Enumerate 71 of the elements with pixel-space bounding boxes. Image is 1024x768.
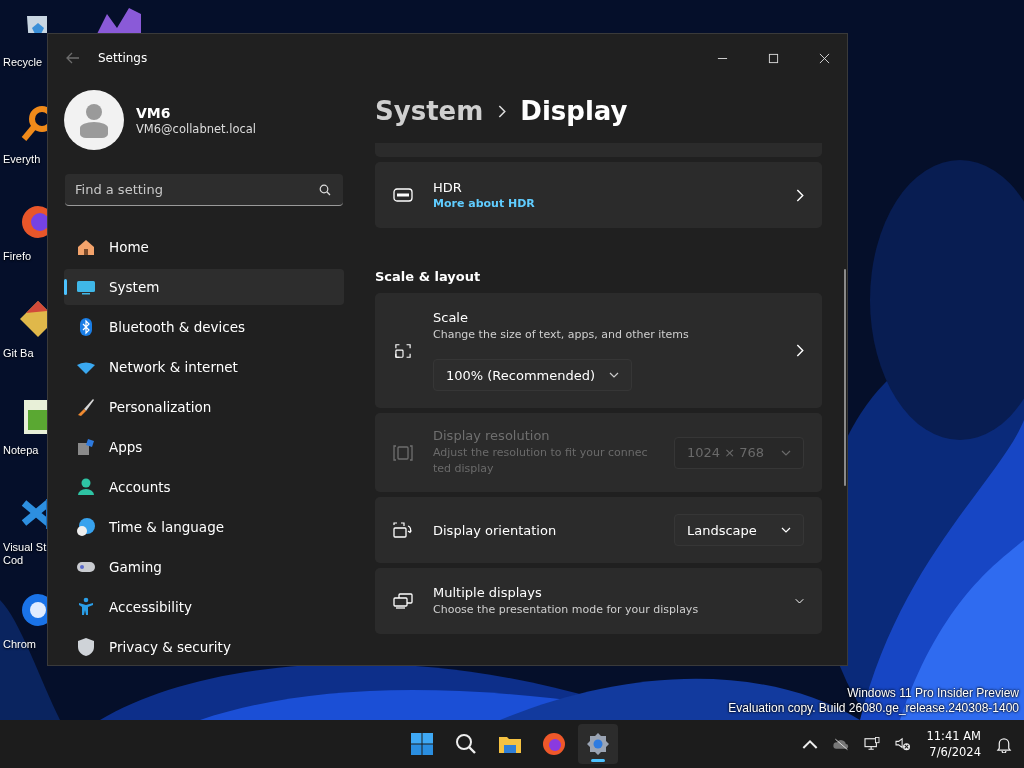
- clock[interactable]: 11:41 AM 7/6/2024: [926, 728, 981, 760]
- house-icon: [76, 237, 96, 257]
- card-title: Display resolution: [433, 428, 551, 443]
- avatar-icon[interactable]: [64, 90, 124, 150]
- card-title: Scale: [433, 310, 469, 325]
- nav-item[interactable]: Gaming: [64, 549, 344, 585]
- chevron-up-icon[interactable]: [802, 737, 819, 751]
- section-heading: Scale & layout: [375, 269, 482, 284]
- paintbrush-icon: [76, 397, 96, 417]
- card-title: Display orientation: [433, 522, 558, 538]
- card-title: Multiple displays: [433, 584, 543, 600]
- shield-icon: [76, 637, 96, 657]
- scale-icon: [393, 342, 413, 359]
- settings-icon[interactable]: [578, 724, 618, 764]
- user-name: VM6: [136, 104, 172, 121]
- maximize-icon[interactable]: [768, 52, 779, 64]
- search-icon[interactable]: [319, 184, 331, 196]
- scale-dropdown[interactable]: 100% (Recommended): [433, 359, 633, 391]
- nav-item[interactable]: Apps: [64, 429, 344, 465]
- orientation-dropdown[interactable]: Landscape: [674, 514, 804, 546]
- caret-icon: [609, 372, 620, 378]
- accessibility-icon: [76, 597, 96, 617]
- nav-item[interactable]: Time & language: [64, 509, 344, 545]
- nav-item[interactable]: Network & internet: [64, 349, 344, 385]
- icon-label[interactable]: Git Ba: [3, 347, 34, 360]
- nav-item[interactable]: System: [64, 269, 344, 305]
- git-icon[interactable]: [18, 299, 47, 339]
- resolution-icon: [393, 444, 413, 461]
- network-icon[interactable]: [864, 737, 881, 751]
- hdr-icon: [393, 187, 413, 203]
- hdr-link[interactable]: More about HDR: [433, 197, 535, 210]
- page-title: Display: [520, 96, 628, 126]
- nav-item[interactable]: Home: [64, 229, 344, 265]
- icon-label[interactable]: Notepa: [3, 444, 39, 457]
- icon-label[interactable]: Cod: [3, 554, 24, 567]
- multiple-displays-icon: [393, 593, 413, 609]
- notification-bell-icon[interactable]: [996, 735, 1012, 753]
- card-description: Choose the presentation mode for your displays: [433, 601, 700, 618]
- nav-item[interactable]: Accounts: [64, 469, 344, 505]
- nav-item[interactable]: Privacy & security: [64, 629, 344, 665]
- scroll-bar[interactable]: [844, 269, 846, 486]
- icon-label[interactable]: Visual St: [3, 541, 47, 554]
- user-email: VM6@collabnet.local: [136, 121, 257, 136]
- window-title: Settings: [98, 51, 148, 65]
- icon-label[interactable]: Everyth: [3, 153, 41, 166]
- icon-label[interactable]: Recycle: [3, 56, 43, 69]
- breadcrumb-parent[interactable]: System: [375, 96, 484, 126]
- settings-card[interactable]: HDR More about HDR: [375, 162, 822, 228]
- chevron-right-icon: [497, 104, 507, 118]
- cloud-off-icon[interactable]: [833, 737, 850, 751]
- nav-item[interactable]: Personalization: [64, 389, 344, 425]
- chevron-right-icon: [795, 344, 804, 357]
- apps-icon: [76, 437, 96, 457]
- search-field[interactable]: Find a setting: [65, 174, 343, 206]
- settings-card[interactable]: Multiple displays Choose the presentation mode for your displays: [375, 568, 822, 634]
- icon-label[interactable]: Chrom: [3, 638, 36, 651]
- nav-item[interactable]: Bluetooth & devices: [64, 309, 344, 345]
- close-icon[interactable]: [819, 52, 830, 64]
- card-title: HDR: [433, 180, 463, 195]
- caret-icon: [781, 527, 791, 533]
- caret-icon: [781, 449, 791, 456]
- back-arrow-icon[interactable]: [66, 52, 80, 64]
- icon-label[interactable]: Firefo: [3, 250, 32, 263]
- card-description: Change the size of text, apps, and other items: [433, 327, 690, 343]
- settings-card[interactable]: Display orientation Landscape: [375, 497, 822, 563]
- chevron-right-icon: [795, 188, 804, 202]
- nav-item[interactable]: Accessibility: [64, 589, 344, 625]
- volume-mute-icon[interactable]: [895, 737, 912, 751]
- person-icon: [76, 477, 96, 497]
- rotate-screen-icon: [393, 522, 413, 538]
- settings-card[interactable]: Scale Change the size of text, apps, and other items 100% (Recommended): [375, 293, 822, 408]
